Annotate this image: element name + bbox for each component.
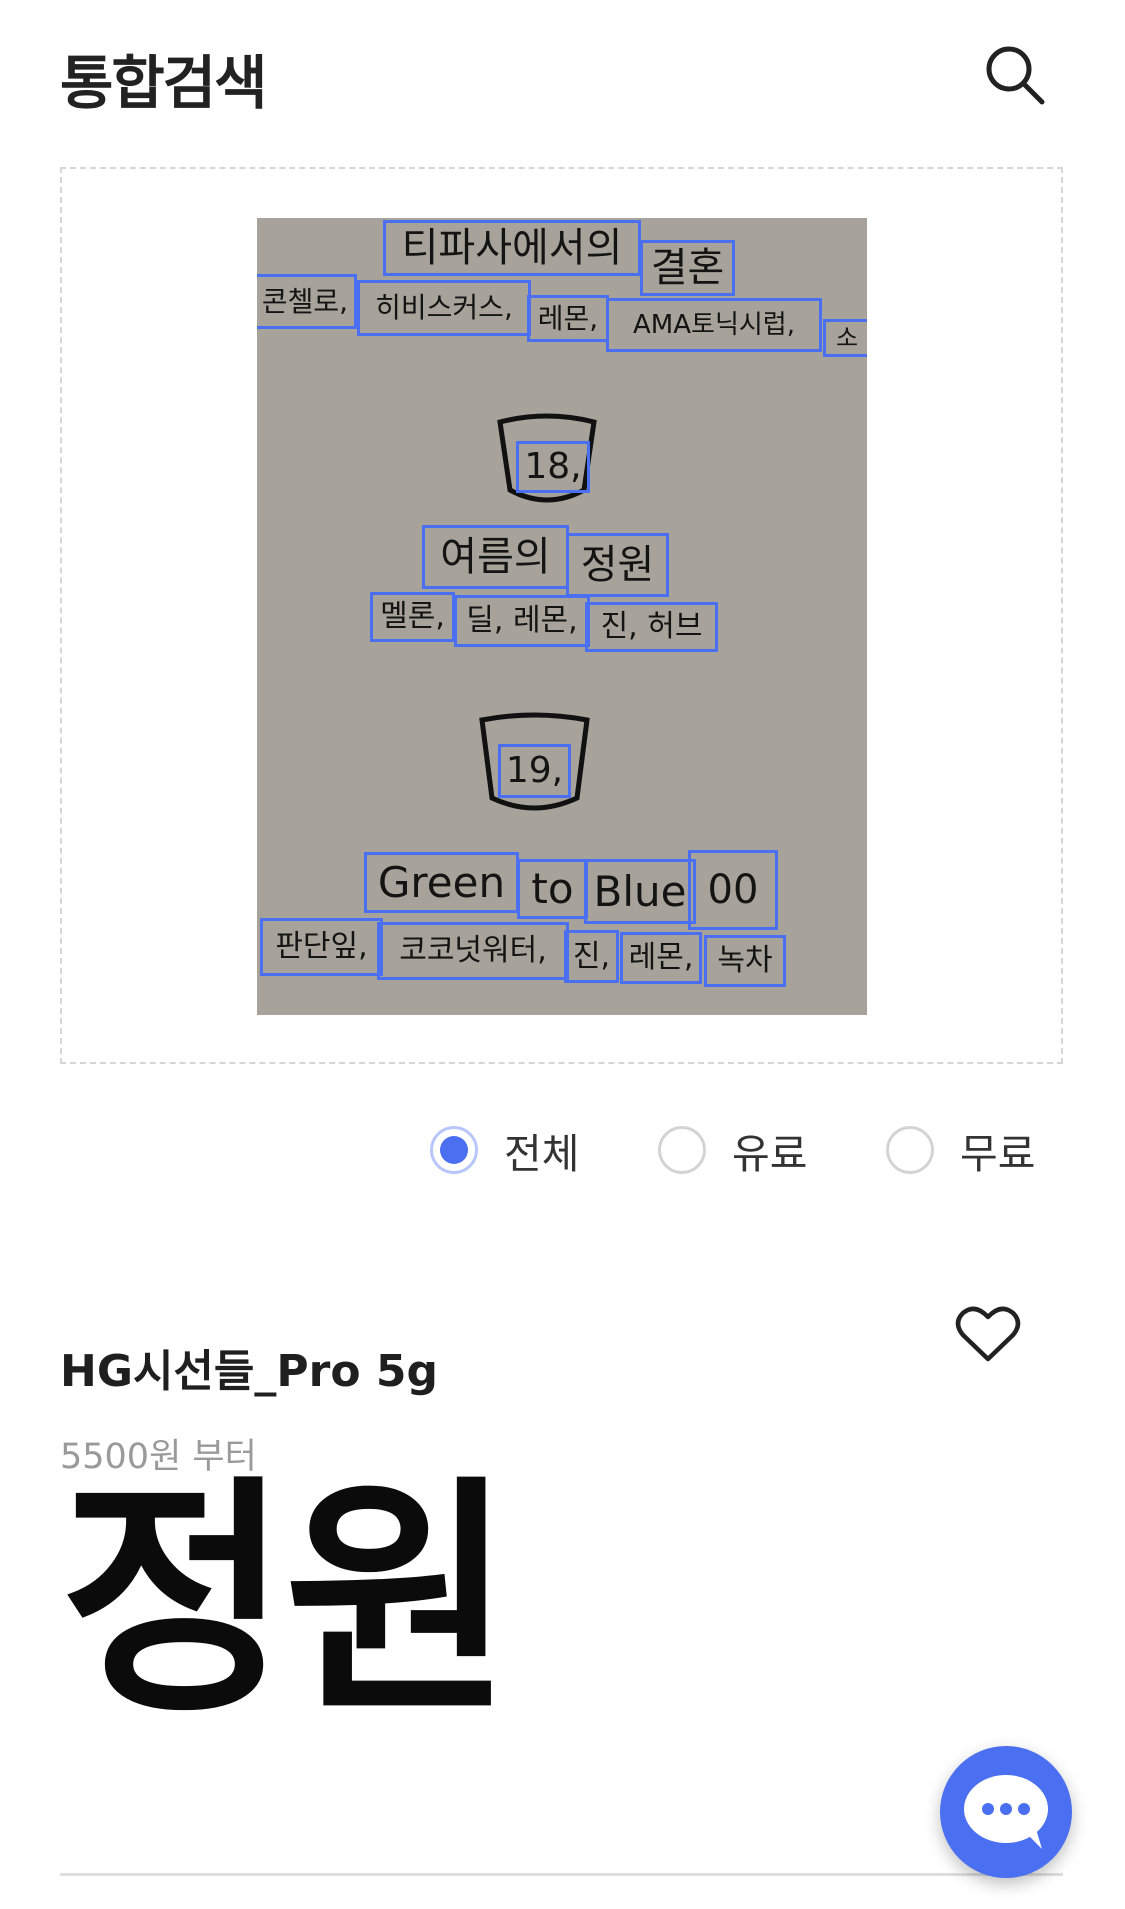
filter-free-label: 무료 — [960, 1130, 1036, 1178]
search-button[interactable] — [980, 40, 1050, 110]
radio-button[interactable] — [658, 1126, 706, 1174]
header: 통합검색 — [0, 0, 1125, 150]
heart-icon — [955, 1306, 1021, 1362]
ocr-word[interactable]: 00 — [688, 850, 778, 930]
ocr-word[interactable]: 콘첼로, — [257, 274, 357, 329]
filter-paid[interactable]: 유료 — [658, 1120, 807, 1180]
ocr-word[interactable]: 결혼 — [640, 240, 735, 296]
ocr-word[interactable]: 레몬, — [527, 295, 609, 342]
radio-button-selected[interactable] — [430, 1126, 478, 1174]
ocr-word[interactable]: 19, — [498, 744, 571, 798]
ocr-word[interactable]: to — [517, 859, 588, 919]
ocr-word[interactable]: AMA토닉시럽, — [606, 298, 822, 352]
filter-all[interactable]: 전체 — [430, 1120, 579, 1180]
ocr-word[interactable]: 판단잎, — [260, 918, 383, 976]
radio-button[interactable] — [886, 1126, 934, 1174]
filter-free[interactable]: 무료 — [886, 1120, 1035, 1180]
ocr-word[interactable]: 진, 허브 — [585, 602, 718, 652]
ocr-word[interactable]: 딜, 레몬, — [454, 595, 590, 647]
chat-bubble-icon — [964, 1775, 1048, 1849]
divider — [60, 1873, 1063, 1876]
ocr-word[interactable]: 소 — [823, 319, 867, 357]
ocr-photo: 티파사에서의 결혼 콘첼로, 히비스커스, 레몬, AMA토닉시럽, 소 18,… — [257, 218, 867, 1015]
ocr-word[interactable]: 티파사에서의 — [383, 220, 641, 276]
price-filter: 전체 유료 무료 — [0, 1120, 1125, 1180]
radio-dot — [440, 1136, 468, 1164]
ocr-word[interactable]: 히비스커스, — [357, 280, 531, 336]
ocr-word[interactable]: 18, — [516, 441, 590, 493]
ocr-word[interactable]: 코코넛워터, — [377, 922, 569, 980]
ocr-word[interactable]: 녹차 — [704, 935, 786, 987]
filter-paid-label: 유료 — [732, 1130, 808, 1178]
chat-button[interactable] — [940, 1746, 1072, 1878]
ocr-word[interactable]: Blue — [584, 859, 696, 924]
search-icon — [986, 46, 1045, 105]
ocr-word[interactable]: 진, — [564, 930, 619, 983]
filter-all-label: 전체 — [504, 1130, 580, 1178]
ocr-word[interactable]: Green — [364, 852, 519, 913]
ocr-word[interactable]: 정원 — [566, 533, 669, 597]
ocr-word[interactable]: 멜론, — [370, 592, 455, 642]
favorite-button[interactable] — [955, 1305, 1021, 1365]
ocr-word[interactable]: 여름의 — [422, 525, 569, 589]
page-title: 통합검색 — [60, 49, 267, 117]
font-preview-text[interactable]: 정원 — [60, 1469, 514, 1733]
font-name[interactable]: HG시선들_Pro 5g — [60, 1335, 438, 1399]
ocr-word[interactable]: 레몬, — [620, 932, 702, 984]
